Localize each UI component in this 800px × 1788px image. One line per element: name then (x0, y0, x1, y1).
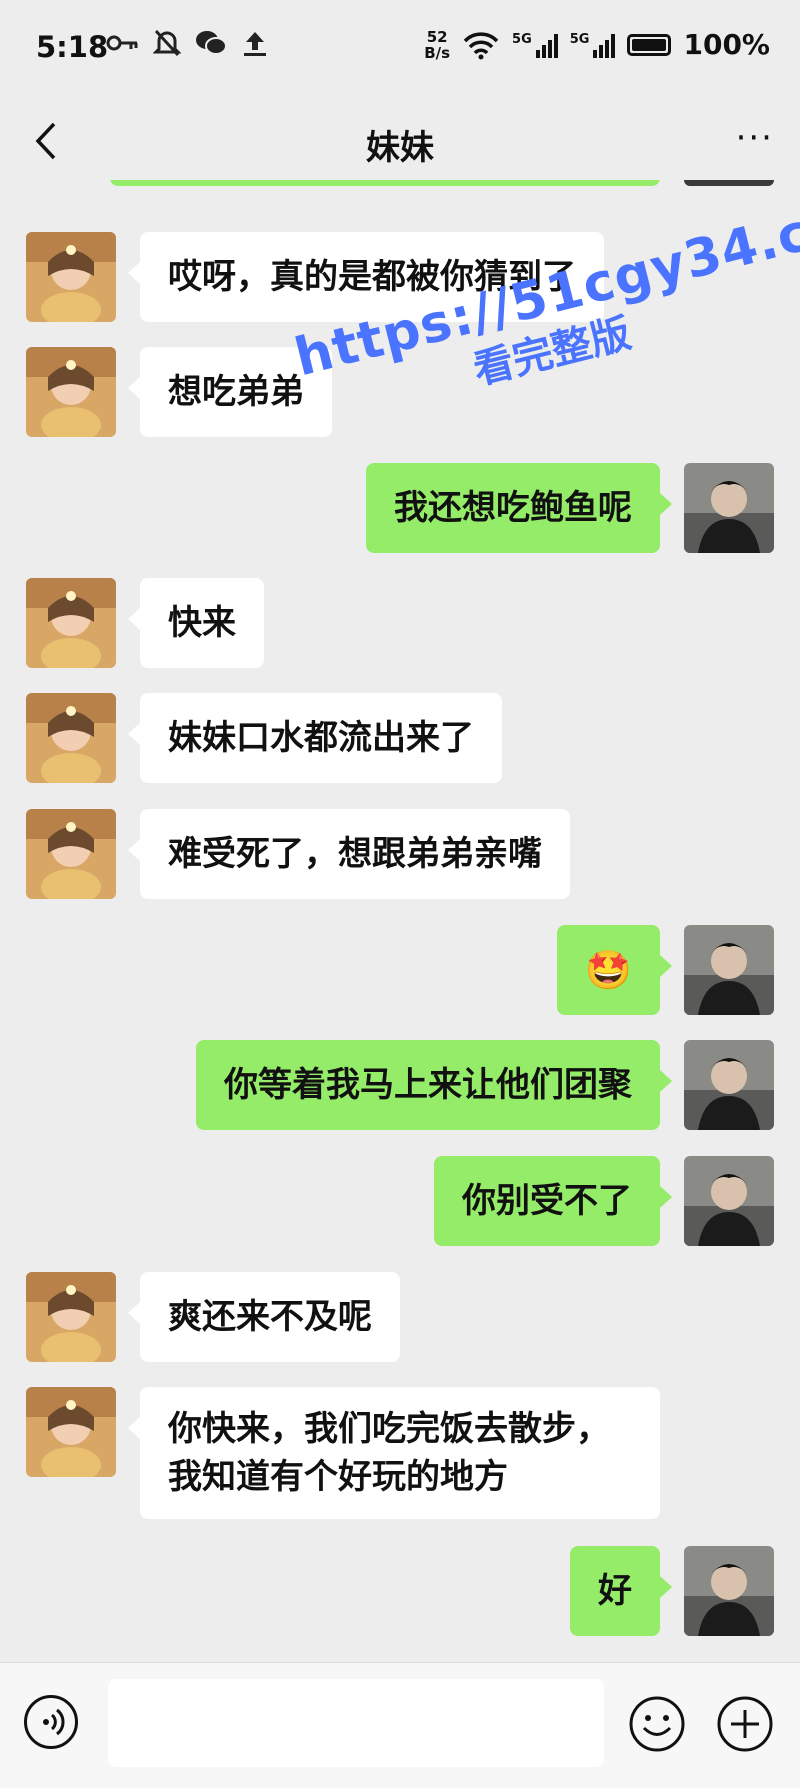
message-bubble-sent-emoji[interactable]: 🤩 (556, 925, 673, 1015)
message-bubble-sent[interactable]: 你别受不了 (434, 1156, 672, 1246)
key-icon (106, 35, 138, 51)
signal-2-icon: 5G (570, 32, 616, 58)
emoji-button[interactable] (628, 1695, 686, 1753)
message-bubble-received[interactable]: 爽还来不及呢 (128, 1272, 400, 1362)
message-bubble-sent[interactable]: 好 (570, 1546, 672, 1636)
upload-icon (244, 32, 266, 56)
message-bubble-received[interactable]: 妹妹口水都流出来了 (128, 693, 502, 783)
battery-icon (627, 33, 672, 56)
contact-avatar[interactable] (26, 232, 116, 322)
net-speed-unit: B/s (424, 43, 451, 62)
contact-avatar[interactable] (26, 578, 116, 668)
prev-message-avatar (684, 180, 774, 186)
battery-percent: 100% (683, 28, 770, 61)
wechat-icon (196, 31, 227, 55)
message-bubble-received[interactable]: 难受死了，想跟弟弟亲嘴 (128, 809, 570, 899)
net-speed-value: 52 (426, 27, 448, 46)
message-bubble-sent[interactable]: 你等着我马上来让他们团聚 (196, 1040, 672, 1130)
prev-message-bubble (110, 180, 660, 186)
contact-avatar[interactable] (26, 1387, 116, 1477)
status-bar: 5:18 52 B/s 5G 5G 100% (0, 0, 800, 100)
emoji-icon (629, 1696, 685, 1752)
input-bar (0, 1662, 800, 1788)
my-avatar[interactable] (684, 925, 774, 1015)
message-input[interactable] (108, 1679, 604, 1767)
more-button[interactable]: ··· (736, 118, 774, 158)
plus-button[interactable] (716, 1695, 774, 1753)
chat-area[interactable]: 哎呀，真的是都被你猜到了 想吃弟弟 我还想吃鲍鱼呢 快来 妹妹口水都流出来了 难… (0, 180, 800, 1662)
nav-bar: 妹妹 ··· (0, 100, 800, 180)
message-bubble-received[interactable]: 哎呀，真的是都被你猜到了 (128, 232, 604, 322)
contact-avatar[interactable] (26, 1272, 116, 1362)
message-bubble-received[interactable]: 快来 (128, 578, 264, 668)
message-bubble-received[interactable]: 想吃弟弟 (128, 347, 332, 437)
signal-2-label: 5G (569, 31, 590, 47)
plus-icon (717, 1696, 773, 1752)
net-speed: 52 B/s (424, 29, 450, 61)
signal-1-label: 5G (512, 31, 532, 47)
wifi-icon (463, 31, 499, 59)
my-avatar[interactable] (684, 1040, 774, 1130)
my-avatar[interactable] (684, 463, 774, 553)
chat-title: 妹妹 (366, 128, 434, 168)
my-avatar[interactable] (684, 1156, 774, 1246)
contact-avatar[interactable] (26, 347, 116, 437)
contact-avatar[interactable] (26, 809, 116, 899)
status-right-icons: 52 B/s 5G 5G 100% (424, 28, 770, 61)
status-time: 5:18 (36, 30, 109, 64)
message-bubble-sent[interactable]: 我还想吃鲍鱼呢 (366, 463, 672, 553)
bell-off-icon (153, 29, 181, 57)
message-bubble-received[interactable]: 你快来，我们吃完饭去散步，我知道有个好玩的地方 (128, 1387, 660, 1519)
my-avatar[interactable] (684, 1546, 774, 1636)
status-left-icons (105, 28, 269, 58)
voice-icon (43, 1708, 65, 1736)
contact-avatar[interactable] (26, 693, 116, 783)
voice-button[interactable] (24, 1695, 78, 1749)
signal-1-icon: 5G (512, 32, 558, 58)
